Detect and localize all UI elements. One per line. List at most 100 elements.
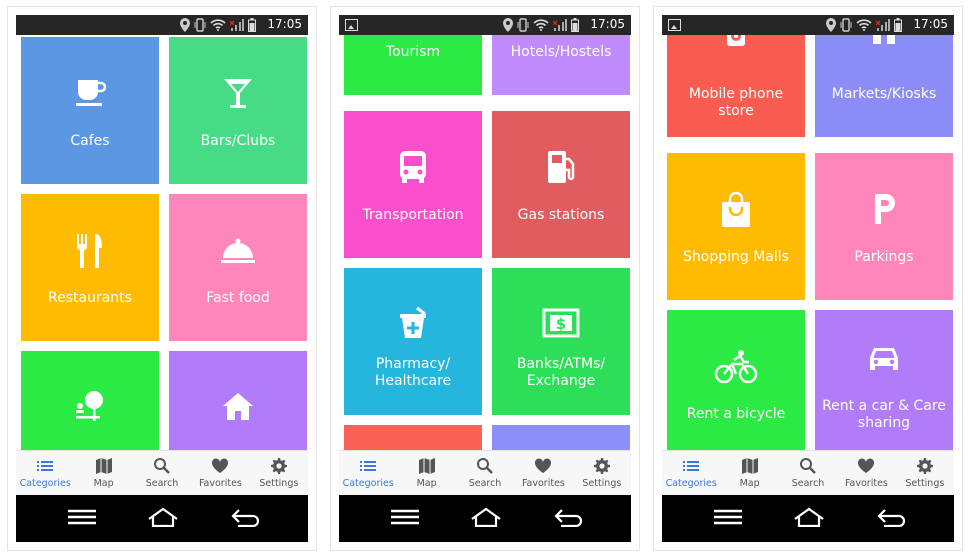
home-icon[interactable]	[793, 507, 825, 527]
image-notification-icon	[668, 19, 681, 31]
back-icon[interactable]	[553, 507, 583, 527]
category-tile-tourism[interactable]: Tourism	[344, 35, 482, 95]
tab-label: Favorites	[521, 478, 565, 489]
phone-screenshot-1: 17:05 Cafes Bars/Clubs Restaurants Fast …	[8, 7, 316, 550]
tab-label: Settings	[259, 478, 299, 489]
tab-settings[interactable]: Settings	[250, 451, 308, 496]
category-tile-hotels-hostels[interactable]: Hotels/Hostels	[492, 35, 630, 95]
bicycle-rider-icon	[667, 348, 805, 388]
tab-categories[interactable]: Categories	[339, 451, 397, 496]
category-tile-banks-atms-exchange[interactable]: $ Banks/ATMs/ Exchange	[492, 268, 630, 415]
signal-icon	[230, 19, 244, 31]
phone-gear-icon	[667, 35, 805, 56]
category-label: Pharmacy/ Healthcare	[374, 356, 452, 389]
mortar-plus-icon	[344, 306, 482, 346]
category-tile-pharmacy-healthcare[interactable]: Pharmacy/ Healthcare	[344, 268, 482, 415]
home-icon[interactable]	[470, 507, 502, 527]
category-tile-transportation[interactable]: Transportation	[344, 111, 482, 258]
category-tile-housing[interactable]	[169, 351, 307, 450]
status-icons	[826, 17, 902, 33]
phone-screenshot-3: 17:05 Mobile phone store Markets/Kiosks …	[654, 7, 962, 550]
tab-map[interactable]: Map	[720, 451, 778, 496]
category-grid: Cafes Bars/Clubs Restaurants Fast food	[16, 35, 308, 450]
bottom-tab-bar: Categories Map Search Favorites Settings	[16, 450, 308, 496]
location-icon	[180, 18, 190, 32]
tab-favorites[interactable]: Favorites	[514, 451, 572, 496]
cash-dollar-icon: $	[492, 306, 630, 346]
android-nav-bar	[16, 495, 308, 542]
house-icon	[169, 389, 307, 429]
tab-favorites[interactable]: Favorites	[837, 451, 895, 496]
tab-search[interactable]: Search	[779, 451, 837, 496]
category-tile-park[interactable]	[21, 351, 159, 450]
bus-icon	[344, 149, 482, 189]
back-icon[interactable]	[230, 507, 260, 527]
category-tile-shopping-malls[interactable]: Shopping Malls	[667, 153, 805, 300]
menu-icon[interactable]	[714, 509, 742, 525]
parking-p-icon	[815, 191, 953, 231]
location-icon	[826, 18, 836, 32]
category-label: Mobile phone store	[688, 86, 784, 119]
category-tile-partial[interactable]	[344, 425, 482, 450]
menu-icon[interactable]	[68, 509, 96, 525]
back-icon[interactable]	[876, 507, 906, 527]
cloche-icon	[169, 232, 307, 272]
home-icon[interactable]	[147, 507, 179, 527]
status-icons	[503, 17, 579, 33]
tab-search[interactable]: Search	[133, 451, 191, 496]
tab-settings[interactable]: Settings	[896, 451, 954, 496]
tab-label: Categories	[342, 478, 394, 489]
category-tile-fast-food[interactable]: Fast food	[169, 194, 307, 341]
bottom-tab-bar: Categories Map Search Favorites Settings	[662, 450, 954, 496]
search-icon	[477, 458, 493, 474]
screen: 17:05 Mobile phone store Markets/Kiosks …	[662, 15, 954, 542]
tab-label: Settings	[582, 478, 622, 489]
tab-label: Search	[145, 478, 179, 489]
category-tile-partial[interactable]	[492, 425, 630, 450]
category-tile-markets-kiosks[interactable]: Markets/Kiosks	[815, 35, 953, 137]
status-time: 17:05	[590, 17, 625, 31]
tab-categories[interactable]: Categories	[16, 451, 74, 496]
tab-search[interactable]: Search	[456, 451, 514, 496]
category-tile-rent-a-bicycle[interactable]: Rent a bicycle	[667, 310, 805, 450]
tab-map[interactable]: Map	[74, 451, 132, 496]
tab-map[interactable]: Map	[397, 451, 455, 496]
battery-icon	[571, 18, 579, 32]
category-tile-bars-clubs[interactable]: Bars/Clubs	[169, 37, 307, 184]
tab-label: Search	[791, 478, 825, 489]
location-icon	[503, 18, 513, 32]
coffee-cup-icon	[21, 75, 159, 115]
category-tile-cafes[interactable]: Cafes	[21, 37, 159, 184]
tab-label: Favorites	[198, 478, 242, 489]
category-label: Restaurants	[48, 290, 132, 306]
category-tile-mobile-phone-store[interactable]: Mobile phone store	[667, 35, 805, 137]
category-tile-rent-a-car[interactable]: Rent a car & Care sharing	[815, 310, 953, 450]
category-tile-gas-stations[interactable]: Gas stations	[492, 111, 630, 258]
status-icons	[180, 17, 256, 33]
category-label: Parkings	[854, 249, 914, 265]
heart-icon	[858, 458, 875, 473]
vibrate-icon	[840, 18, 852, 32]
search-icon	[800, 458, 816, 474]
map-icon	[95, 458, 112, 474]
gear-icon	[270, 458, 287, 474]
kiosk-icon	[815, 35, 953, 56]
car-icon	[815, 342, 953, 382]
category-label: Rent a car & Care sharing	[822, 398, 946, 431]
screen: 17:05 Cafes Bars/Clubs Restaurants Fast …	[16, 15, 308, 542]
tab-categories[interactable]: Categories	[662, 451, 720, 496]
category-label: Markets/Kiosks	[831, 86, 937, 102]
tab-label: Map	[416, 478, 437, 489]
category-tile-parkings[interactable]: Parkings	[815, 153, 953, 300]
tab-label: Categories	[19, 478, 71, 489]
category-label: Rent a bicycle	[686, 406, 786, 422]
tab-settings[interactable]: Settings	[573, 451, 631, 496]
search-icon	[154, 458, 170, 474]
category-tile-restaurants[interactable]: Restaurants	[21, 194, 159, 341]
list-icon	[360, 461, 377, 471]
battery-icon	[894, 18, 902, 32]
category-label: Shopping Malls	[683, 249, 789, 265]
tab-favorites[interactable]: Favorites	[191, 451, 249, 496]
gear-icon	[916, 458, 933, 474]
menu-icon[interactable]	[391, 509, 419, 525]
